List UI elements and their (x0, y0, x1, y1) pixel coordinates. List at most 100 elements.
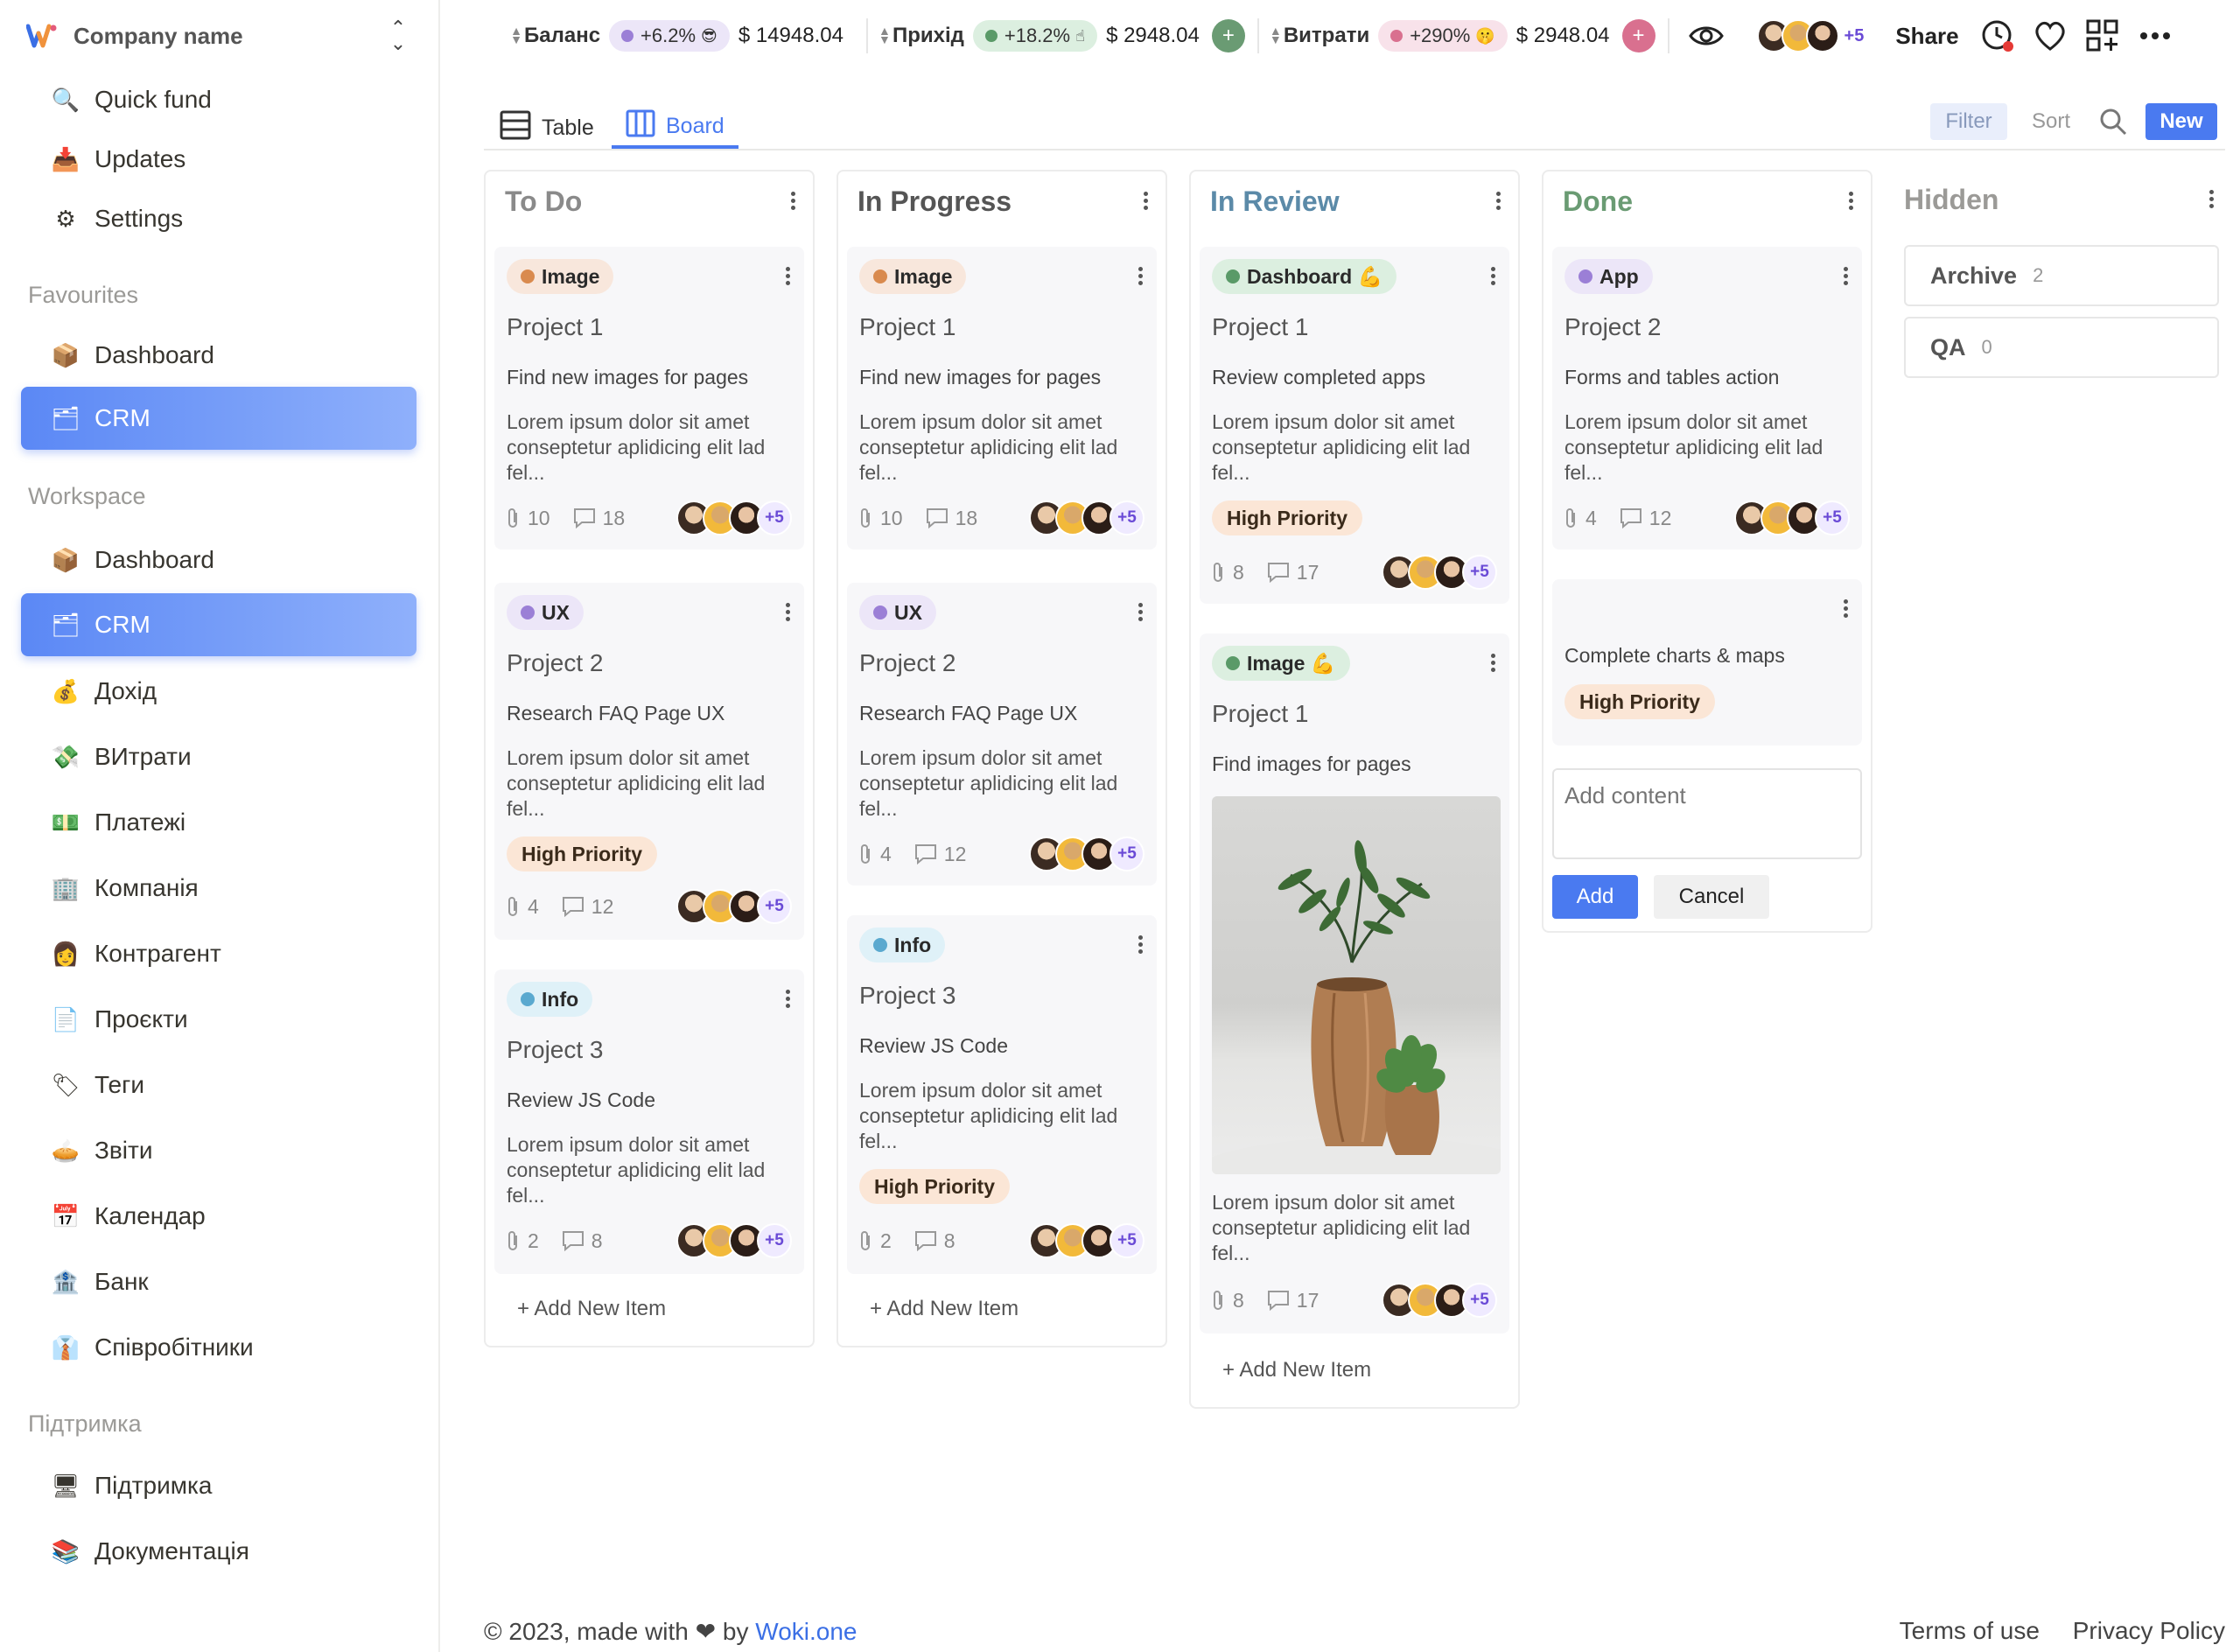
sidebar-item-support[interactable]: 🖥 Підтримка (21, 1456, 416, 1516)
eye-icon[interactable] (1687, 17, 1726, 55)
column-menu-icon[interactable] (1141, 189, 1150, 215)
chevron-updown-icon[interactable]: ⌃ ⌄ (385, 18, 411, 53)
column-menu-icon[interactable] (788, 189, 797, 215)
sidebar-item-docs[interactable]: 📚 Документація (21, 1522, 416, 1581)
tab-board[interactable]: Board (612, 107, 738, 149)
sidebar-item-income[interactable]: 💰 Дохід (21, 662, 416, 721)
assignees[interactable]: +5 (1029, 836, 1144, 872)
task-card[interactable]: Dashboard 💪 Project 1 Review completed a… (1200, 247, 1509, 604)
sidebar-item-calendar[interactable]: 📅 Календар (21, 1186, 416, 1246)
card-menu-icon[interactable] (1136, 264, 1144, 290)
card-menu-icon[interactable] (783, 600, 792, 626)
card-menu-icon[interactable] (1841, 264, 1850, 290)
assignees[interactable]: +5 (676, 889, 792, 924)
sidebar-item-payments[interactable]: 💵 Платежі (21, 793, 416, 852)
clock-icon[interactable] (1978, 17, 2017, 55)
assignees[interactable]: +5 (676, 1223, 792, 1258)
comments[interactable]: 18 (926, 507, 977, 530)
brand-link[interactable]: Woki.one (755, 1618, 857, 1645)
task-card[interactable]: Image Project 1 Find new images for page… (847, 247, 1157, 550)
hidden-menu-icon[interactable] (2207, 187, 2216, 214)
sort-button[interactable]: Sort (2021, 103, 2081, 140)
sidebar-item-dashboard[interactable]: 📦 Dashboard (21, 530, 416, 590)
share-button[interactable]: Share (1895, 23, 1958, 50)
assignees[interactable]: +5 (676, 500, 792, 536)
sidebar-item-counterparty[interactable]: 👩 Контрагент (21, 924, 416, 984)
sidebar-item-settings[interactable]: ⚙ Settings (21, 189, 416, 248)
comments[interactable]: 12 (914, 843, 966, 866)
comments[interactable]: 18 (573, 507, 625, 530)
sidebar-item-updates[interactable]: 📥 Updates (21, 130, 416, 189)
sidebar-item-tags[interactable]: 🏷 Теги (21, 1055, 416, 1115)
comments[interactable]: 8 (562, 1229, 603, 1253)
add-button[interactable]: Add (1552, 875, 1638, 919)
task-card[interactable]: Info Project 3 Review JS Code Lorem ipsu… (494, 970, 804, 1274)
company-switcher[interactable]: Company name ⌃ ⌄ (26, 16, 411, 56)
add-expense-button[interactable]: + (1621, 19, 1656, 52)
add-new-item-button[interactable]: + Add New Item (517, 1297, 666, 1321)
sidebar-item-reports[interactable]: 🥧 Звіти (21, 1121, 416, 1180)
comments[interactable]: 12 (562, 895, 613, 919)
assignees[interactable]: +5 (1382, 555, 1497, 590)
heart-icon[interactable] (2031, 17, 2069, 55)
comments[interactable]: 17 (1267, 561, 1319, 584)
comments[interactable]: 12 (1620, 507, 1671, 530)
new-button[interactable]: New (2146, 103, 2217, 140)
stat-income[interactable]: ▲ ▼ Прихід +18.2% ☝ $ 2948.04 + (878, 19, 1257, 52)
sidebar-item-company[interactable]: 🏢 Компанія (21, 858, 416, 918)
tab-table[interactable]: Table (500, 107, 594, 149)
cancel-button[interactable]: Cancel (1654, 875, 1769, 919)
comments[interactable]: 8 (914, 1229, 956, 1253)
add-widget-icon[interactable] (2083, 17, 2122, 55)
attachments[interactable]: 2 (859, 1229, 892, 1253)
attachments[interactable]: 4 (1564, 507, 1597, 530)
comments[interactable]: 17 (1267, 1289, 1319, 1312)
hidden-row-qa[interactable]: QA 0 (1904, 317, 2219, 378)
card-menu-icon[interactable] (1488, 651, 1497, 677)
privacy-link[interactable]: Privacy Policy (2073, 1617, 2225, 1644)
attachments[interactable]: 4 (507, 895, 539, 919)
sidebar-item-crm[interactable]: 🗂 CRM (21, 593, 416, 656)
task-card[interactable]: Info Project 3 Review JS Code Lorem ipsu… (847, 915, 1157, 1274)
add-new-item-button[interactable]: + Add New Item (1222, 1358, 1371, 1382)
assignees[interactable]: +5 (1734, 500, 1850, 536)
attachments[interactable]: 10 (859, 507, 903, 530)
task-card[interactable]: App Project 2 Forms and tables action Lo… (1552, 247, 1862, 550)
sidebar-item-expenses[interactable]: 💸 ВИтрати (21, 727, 416, 787)
stat-expenses[interactable]: ▲ ▼ Витрати +290% 🤫 $ 2948.04 + (1270, 19, 1668, 52)
attachments[interactable]: 10 (507, 507, 550, 530)
attachments[interactable]: 2 (507, 1229, 539, 1253)
more-horizontal-icon[interactable] (2136, 17, 2174, 55)
task-card[interactable]: Image Project 1 Find new images for page… (494, 247, 804, 550)
hidden-row-archive[interactable]: Archive 2 (1904, 245, 2219, 306)
task-card[interactable]: Image 💪 Project 1 Find images for pages (1200, 634, 1509, 1334)
sidebar-item-quick-fund[interactable]: 🔍 Quick fund (21, 70, 416, 130)
card-menu-icon[interactable] (1488, 264, 1497, 290)
attachments[interactable]: 8 (1212, 1289, 1244, 1312)
sidebar-item-fav-dashboard[interactable]: 📦 Dashboard (21, 326, 416, 385)
sidebar-item-bank[interactable]: 🏦 Банк (21, 1252, 416, 1312)
add-content-input[interactable] (1552, 768, 1862, 859)
sidebar-item-fav-crm[interactable]: 🗂 CRM (21, 387, 416, 450)
add-income-button[interactable]: + (1211, 19, 1245, 52)
card-menu-icon[interactable] (1841, 597, 1850, 623)
column-menu-icon[interactable] (1846, 189, 1855, 215)
column-menu-icon[interactable] (1494, 189, 1502, 215)
terms-link[interactable]: Terms of use (1900, 1617, 2040, 1644)
task-card[interactable]: Complete charts & maps High Priority (1552, 579, 1862, 746)
card-menu-icon[interactable] (783, 987, 792, 1013)
assignees[interactable]: +5 (1029, 500, 1144, 536)
card-menu-icon[interactable] (1136, 600, 1144, 626)
filter-button[interactable]: Filter (1930, 103, 2007, 140)
task-card[interactable]: UX Project 2 Research FAQ Page UX Lorem … (494, 583, 804, 940)
card-menu-icon[interactable] (1136, 933, 1144, 959)
attachments[interactable]: 4 (859, 843, 892, 866)
search-icon[interactable] (2093, 103, 2133, 140)
stat-balance[interactable]: ▲ ▼ Баланс +6.2% 😎 $ 14948.04 (510, 20, 856, 52)
task-card[interactable]: UX Project 2 Research FAQ Page UX Lorem … (847, 583, 1157, 886)
assignees[interactable]: +5 (1029, 1223, 1144, 1258)
card-menu-icon[interactable] (783, 264, 792, 290)
add-new-item-button[interactable]: + Add New Item (870, 1297, 1018, 1321)
assignees[interactable]: +5 (1382, 1283, 1497, 1318)
sidebar-item-employees[interactable]: 👔 Співробітники (21, 1318, 416, 1377)
